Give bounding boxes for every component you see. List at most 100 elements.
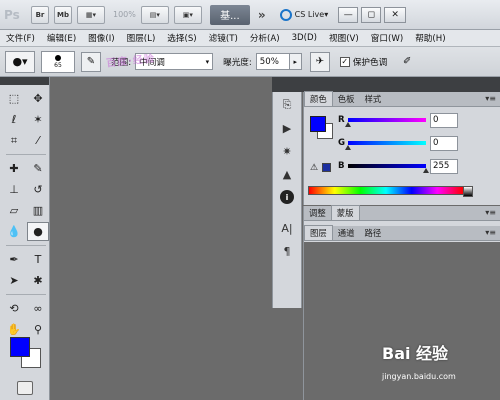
gamut-correction-swatch[interactable] — [322, 163, 331, 172]
type-tool[interactable]: T — [27, 250, 49, 269]
red-value-input[interactable]: 0 — [430, 112, 458, 128]
3d-orbit-tool[interactable]: ∞ — [27, 299, 49, 318]
tab-channels[interactable]: 通道 — [333, 226, 360, 240]
quick-mask-button[interactable] — [17, 381, 33, 395]
tab-paths[interactable]: 路径 — [360, 226, 387, 240]
checkmark-icon: ✓ — [341, 57, 349, 66]
options-bar: ●▾ 65 ✎ 范围: 中间调 ▾ 曝光度: 50% ▸ ✈ ✓ 保护色调 ✐ — [0, 47, 500, 77]
tab-styles[interactable]: 样式 — [360, 92, 387, 106]
lasso-tool[interactable]: ℓ — [3, 110, 25, 129]
color-spectrum-bar[interactable] — [308, 186, 473, 197]
menu-window[interactable]: 窗口(W) — [365, 32, 409, 44]
blue-slider-thumb[interactable] — [423, 168, 429, 173]
out-of-gamut-warning-icon[interactable]: ⚠ — [310, 163, 318, 173]
histogram-panel-button[interactable]: ▲ — [276, 164, 298, 184]
red-slider[interactable] — [345, 118, 426, 127]
brush-panel-toggle[interactable]: ✎ — [81, 51, 101, 72]
close-button[interactable]: ✕ — [384, 6, 407, 23]
panel-menu-icon[interactable]: ▾≡ — [485, 208, 496, 217]
pressure-size-toggle[interactable]: ✐ — [397, 52, 417, 72]
clone-stamp-tool[interactable]: ⊥ — [3, 180, 25, 199]
minimize-button[interactable]: — — [338, 6, 359, 23]
gradient-tool[interactable]: ▥ — [27, 201, 49, 220]
info-panel-button[interactable]: i — [280, 190, 294, 204]
brush-preset-picker[interactable]: 65 — [41, 50, 75, 73]
panel-dock-icons: ⎘ ▶ ✷ ▲ i A| ¶ — [272, 92, 302, 308]
panel-menu-icon[interactable]: ▾≡ — [485, 94, 496, 103]
gradient-icon: ▥ — [32, 204, 44, 217]
crop-tool[interactable]: ⌗ — [3, 131, 25, 150]
tool-preset-picker[interactable]: ●▾ — [5, 50, 35, 73]
menu-file[interactable]: 文件(F) — [0, 32, 41, 44]
paragraph-panel-button[interactable]: ¶ — [276, 241, 298, 261]
blue-channel-label: B — [338, 161, 345, 171]
menu-analysis[interactable]: 分析(A) — [244, 32, 286, 44]
shape-tool[interactable]: ✱ — [27, 271, 49, 290]
green-slider[interactable] — [345, 141, 426, 150]
mini-bridge-button[interactable]: Mb — [54, 5, 72, 24]
foreground-color-swatch[interactable] — [310, 116, 326, 132]
burn-tool[interactable]: ● — [27, 222, 49, 241]
actions-panel-button[interactable]: ▶ — [276, 118, 298, 138]
green-value-input[interactable]: 0 — [430, 135, 458, 151]
blur-tool[interactable]: 💧 — [3, 222, 25, 241]
navigator-panel-button[interactable]: ✷ — [276, 141, 298, 161]
tab-layers[interactable]: 图层 — [304, 225, 333, 240]
bridge-button[interactable]: Br — [31, 5, 49, 24]
panel-menu-icon[interactable]: ▾≡ — [485, 228, 496, 237]
3d-rotate-tool[interactable]: ⟲ — [3, 299, 25, 318]
history-panel-button[interactable]: ⎘ — [276, 95, 298, 115]
color-swatches — [10, 337, 42, 369]
menu-image[interactable]: 图像(I) — [82, 32, 120, 44]
airbrush-toggle[interactable]: ✈ — [309, 51, 330, 72]
restore-button[interactable]: ◻ — [361, 6, 382, 23]
tab-masks[interactable]: 蒙版 — [330, 205, 360, 220]
magic-wand-icon: ✶ — [33, 113, 43, 126]
panel-dock-header[interactable] — [272, 77, 500, 92]
protect-tones-checkbox[interactable]: ✓ — [339, 56, 350, 67]
protect-tones-label: 保护色调 — [352, 57, 388, 68]
divider — [6, 154, 46, 155]
exposure-slider-toggle[interactable]: ▸ — [289, 53, 302, 70]
menu-edit[interactable]: 编辑(E) — [41, 32, 82, 44]
menu-help[interactable]: 帮助(H) — [409, 32, 451, 44]
healing-brush-tool[interactable]: ✚ — [3, 159, 25, 178]
cs-live-menu[interactable]: CS Live ▾ — [279, 8, 328, 21]
hand-icon: ✋ — [7, 323, 21, 336]
workspace-switcher[interactable]: 基... — [209, 4, 250, 25]
eraser-tool[interactable]: ▱ — [3, 201, 25, 220]
3d-orbit-icon: ∞ — [33, 302, 43, 315]
arrange-documents-dropdown[interactable]: ▤▾ — [140, 5, 169, 24]
blue-value-input[interactable]: 255 — [430, 158, 458, 174]
screen-mode-dropdown[interactable]: ▣▾ — [173, 5, 202, 24]
eyedropper-tool[interactable]: ⁄ — [27, 131, 49, 150]
move-tool[interactable]: ✥ — [27, 89, 49, 108]
magic-wand-tool[interactable]: ✶ — [27, 110, 49, 129]
menu-layer[interactable]: 图层(L) — [121, 32, 162, 44]
pen-icon: ✒ — [9, 253, 19, 266]
menu-select[interactable]: 选择(S) — [161, 32, 202, 44]
menu-view[interactable]: 视图(V) — [323, 32, 365, 44]
tab-color[interactable]: 颜色 — [304, 91, 333, 106]
exposure-input[interactable]: 50% — [255, 53, 290, 70]
green-slider-thumb[interactable] — [345, 145, 351, 150]
baidu-watermark-url: jingyan.baidu.com — [382, 372, 456, 381]
panel-grip[interactable] — [0, 77, 49, 85]
marquee-tool[interactable]: ⬚ — [3, 89, 25, 108]
tab-adjustments[interactable]: 调整 — [304, 206, 331, 220]
path-selection-tool[interactable]: ➤ — [3, 271, 25, 290]
history-brush-tool[interactable]: ↺ — [27, 180, 49, 199]
blue-slider[interactable] — [348, 164, 429, 173]
pen-tool[interactable]: ✒ — [3, 250, 25, 269]
menu-3d[interactable]: 3D(D) — [286, 33, 323, 43]
more-workspaces-button[interactable]: » — [258, 8, 266, 22]
tab-swatches[interactable]: 色板 — [333, 92, 360, 106]
menu-filter[interactable]: 滤镜(T) — [203, 32, 244, 44]
red-slider-thumb[interactable] — [345, 122, 351, 127]
brush-tool[interactable]: ✎ — [27, 159, 49, 178]
foreground-color[interactable] — [10, 337, 30, 357]
view-extras-dropdown[interactable]: ▦▾ — [77, 5, 105, 24]
character-panel-button[interactable]: A| — [276, 218, 298, 238]
adjustments-panel: 调整 蒙版 ▾≡ — [303, 205, 500, 226]
zoom-level[interactable]: 100% — [113, 10, 136, 19]
